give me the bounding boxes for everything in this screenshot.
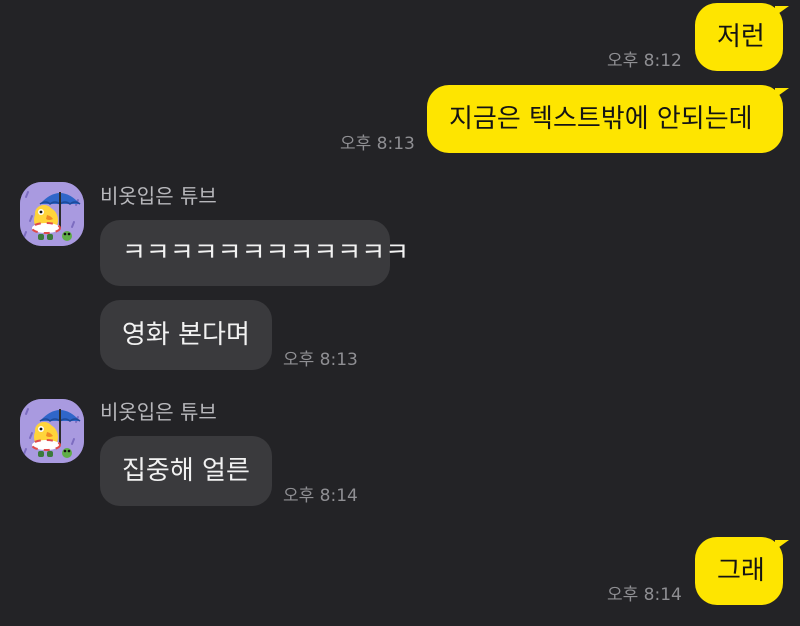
message-text: 그래: [717, 556, 765, 586]
bubble-tail: [775, 540, 789, 550]
message-text: 집중해 얼른: [122, 456, 250, 486]
tube-umbrella-avatar-icon: [20, 399, 84, 463]
sender-avatar[interactable]: [20, 399, 84, 463]
message-text: 지금은 텍스트밖에 안되는데: [449, 104, 753, 134]
message-time: 오후 8:14: [283, 486, 358, 506]
message-time: 오후 8:13: [283, 350, 358, 370]
message-time: 오후 8:12: [607, 51, 682, 71]
tube-umbrella-avatar-icon: [20, 182, 84, 246]
message-time: 오후 8:13: [340, 134, 415, 154]
bubble-tail: [775, 88, 789, 98]
sender-name: 비옷입은 튜브: [100, 400, 217, 424]
message-time: 오후 8:14: [607, 585, 682, 605]
other-message-bubble[interactable]: 집중해 얼른: [100, 436, 272, 506]
my-message-bubble[interactable]: 그래: [695, 537, 783, 605]
bubble-tail: [775, 6, 789, 16]
my-message-bubble[interactable]: 지금은 텍스트밖에 안되는데: [427, 85, 783, 153]
message-text: ㅋㅋㅋㅋㅋㅋㅋㅋㅋㅋㅋㅋ: [122, 238, 410, 268]
sender-avatar[interactable]: [20, 182, 84, 246]
my-message-bubble[interactable]: 저런: [695, 3, 783, 71]
other-message-bubble[interactable]: 영화 본다며: [100, 300, 272, 370]
message-text: 저런: [717, 22, 765, 52]
other-message-bubble[interactable]: ㅋㅋㅋㅋㅋㅋㅋㅋㅋㅋㅋㅋ: [100, 220, 409, 286]
message-text: 영화 본다며: [122, 320, 250, 350]
sender-name: 비옷입은 튜브: [100, 184, 217, 208]
